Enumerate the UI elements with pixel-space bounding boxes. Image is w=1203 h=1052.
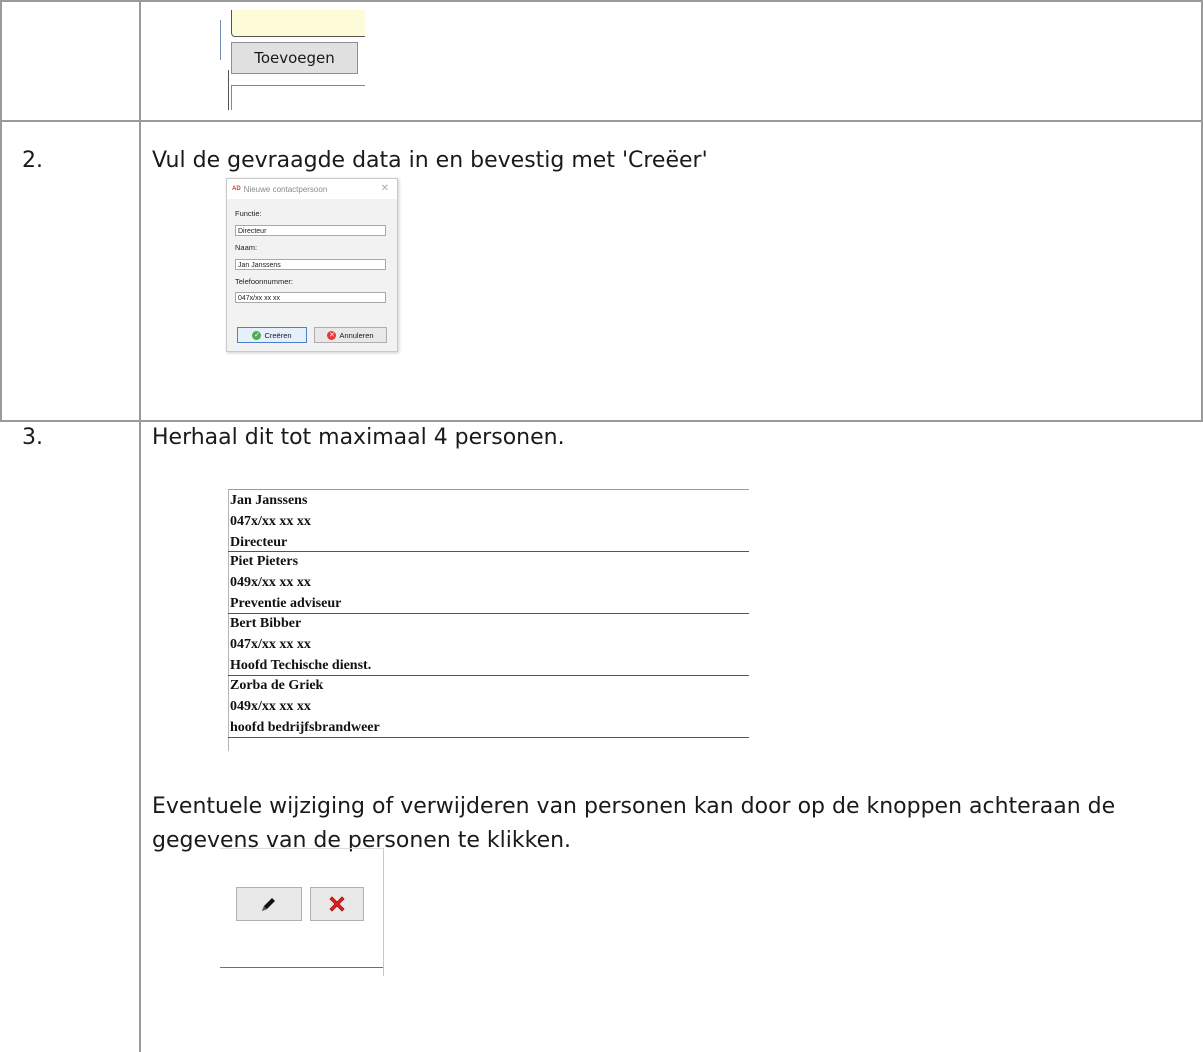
delete-button[interactable]: [310, 887, 364, 921]
list-border: [228, 489, 749, 490]
person-role: Preventie adviseur: [230, 596, 342, 611]
document-page: Toevoegen 2. Vul de gevraagde data in en…: [0, 0, 1203, 1052]
person-name: Jan Janssens: [230, 493, 308, 508]
app-logo-icon: AD: [232, 186, 241, 192]
toevoegen-button[interactable]: Toevoegen: [231, 42, 358, 74]
person-role: Hoofd Techische dienst.: [230, 658, 372, 673]
table-column-divider: [139, 0, 141, 1052]
list-separator: [228, 737, 749, 738]
cancel-label: Annuleren: [339, 330, 374, 340]
person-name: Piet Pieters: [230, 554, 299, 569]
fragment-border: [228, 70, 229, 110]
toevoegen-screenshot: Toevoegen: [220, 10, 365, 110]
phone-field[interactable]: 047x/xx xx xx: [235, 292, 386, 303]
edit-button[interactable]: [236, 887, 302, 921]
fragment-border: [220, 967, 383, 968]
person-phone: 047x/xx xx xx: [230, 637, 311, 652]
person-phone: 047x/xx xx xx: [230, 514, 311, 529]
new-contact-dialog: AD Nieuwe contactpersoon ✕ Functie: Dire…: [226, 178, 398, 352]
field-label: Naam:: [235, 243, 258, 252]
pencil-icon: [262, 898, 275, 911]
red-x-icon: [329, 896, 345, 912]
cancel-circle-icon: ✕: [327, 330, 337, 340]
edit-delete-screenshot: [220, 848, 385, 976]
person-role: Directeur: [230, 535, 288, 550]
cancel-button[interactable]: ✕ Annuleren: [314, 327, 387, 343]
list-item: Bert Bibber 047x/xx xx xx Hoofd Techisch…: [228, 614, 749, 675]
table-border-top: [0, 0, 1203, 2]
list-item: Jan Janssens 047x/xx xx xx Directeur: [228, 491, 749, 552]
fragment-border: [220, 20, 221, 60]
edit-note-line: Eventuele wijziging of verwijderen van p…: [152, 794, 1116, 819]
function-field[interactable]: Directeur: [235, 225, 386, 236]
step-text: Vul de gevraagde data in en bevestig met…: [152, 148, 708, 173]
create-label: Creëren: [264, 330, 292, 340]
table-border-left: [0, 0, 2, 422]
create-button[interactable]: ✓ Creëren: [237, 327, 307, 343]
person-role: hoofd bedrijfsbrandweer: [230, 720, 380, 735]
step-text: Herhaal dit tot maximaal 4 personen.: [152, 425, 565, 450]
dialog-title: Nieuwe contactpersoon: [243, 184, 328, 194]
table-row-divider: [0, 120, 1203, 122]
person-name: Zorba de Griek: [230, 678, 324, 693]
dialog-titlebar: AD Nieuwe contactpersoon ✕: [227, 179, 397, 199]
close-icon[interactable]: ✕: [381, 183, 389, 194]
step-number: 2.: [22, 148, 43, 173]
list-item: Piet Pieters 049x/xx xx xx Preventie adv…: [228, 552, 749, 613]
fragment-border: [383, 848, 384, 976]
yellow-field: [231, 10, 365, 37]
contact-persons-list: Jan Janssens 047x/xx xx xx Directeur Pie…: [228, 489, 749, 751]
person-name: Bert Bibber: [230, 616, 302, 631]
person-phone: 049x/xx xx xx: [230, 575, 311, 590]
list-item: Zorba de Griek 049x/xx xx xx hoofd bedri…: [228, 676, 749, 737]
field-label: Telefoonnummer:: [235, 277, 293, 286]
person-phone: 049x/xx xx xx: [230, 699, 311, 714]
fragment-border: [220, 848, 383, 849]
check-circle-icon: ✓: [252, 330, 262, 340]
empty-box: [231, 85, 365, 110]
name-field[interactable]: Jan Janssens: [235, 259, 386, 270]
step-number: 3.: [22, 425, 43, 450]
field-label: Functie:: [235, 209, 262, 218]
